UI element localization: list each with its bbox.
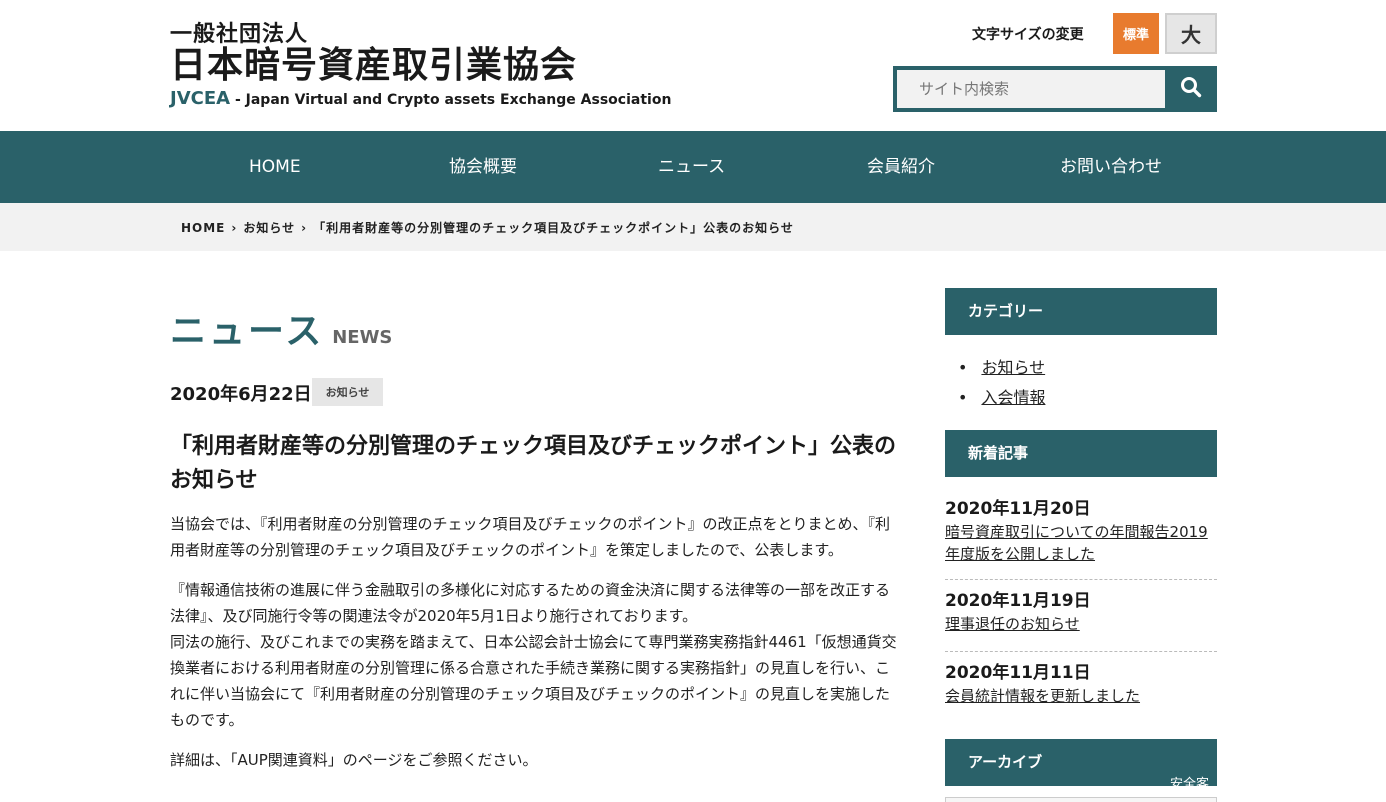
breadcrumb-category[interactable]: お知らせ <box>243 221 295 235</box>
site-logo[interactable]: 一般社団法人 日本暗号資産取引業協会 JVCEA - Japan Virtual… <box>170 22 671 109</box>
nav-item-contact[interactable]: お問い合わせ <box>1060 131 1162 203</box>
recent-post-date: 2020年11月20日 <box>945 499 1091 519</box>
site-search <box>893 66 1217 112</box>
post-date: 2020年6月22日 <box>170 384 312 405</box>
breadcrumb-separator: › <box>231 221 238 235</box>
sidebar-recent-heading: 新着記事 <box>945 430 1217 477</box>
archive-select[interactable] <box>945 797 1217 802</box>
page-title-en: NEWS <box>332 327 393 348</box>
list-item: お知らせ <box>958 353 1045 383</box>
breadcrumb-current: 「利用者財産等の分別管理のチェック項目及びチェックポイント」公表のお知らせ <box>313 221 794 235</box>
breadcrumb-home[interactable]: HOME <box>181 221 225 235</box>
recent-post: 2020年11月20日 暗号資産取引についての年間報告2019年度版を公開しまし… <box>945 497 1217 565</box>
recent-post: 2020年11月19日 理事退任のお知らせ <box>945 589 1217 635</box>
category-list: お知らせ 入会情報 <box>958 353 1045 413</box>
recent-post-link[interactable]: 会員統計情報を更新しました <box>945 685 1217 707</box>
page-title: ニュース NEWS <box>170 302 392 354</box>
sidebar-category-heading: カテゴリー <box>945 288 1217 335</box>
nav-item-home[interactable]: HOME <box>249 131 301 203</box>
search-button[interactable] <box>1165 66 1217 112</box>
logo-org-name: 日本暗号資産取引業協会 <box>170 45 578 86</box>
recent-post-date: 2020年11月11日 <box>945 663 1091 683</box>
logo-acronym: JVCEA <box>170 88 231 109</box>
nav-item-about[interactable]: 協会概要 <box>449 131 517 203</box>
search-icon <box>1180 76 1202 102</box>
divider <box>945 651 1217 652</box>
recent-post: 2020年11月11日 会員統計情報を更新しました <box>945 661 1217 707</box>
page-title-jp: ニュース <box>170 311 325 352</box>
site-header: 一般社団法人 日本暗号資産取引業協会 JVCEA - Japan Virtual… <box>0 0 1386 131</box>
post-paragraph: 『情報通信技術の進展に伴う金融取引の多様化に対応するための資金決済に関する法律等… <box>170 581 891 625</box>
recent-post-date: 2020年11月19日 <box>945 591 1091 611</box>
nav-item-members[interactable]: 会員紹介 <box>867 131 935 203</box>
font-size-standard-button[interactable]: 標準 <box>1113 13 1159 54</box>
security-label: 安全客 <box>1170 777 1210 792</box>
breadcrumb: HOME › お知らせ › 「利用者財産等の分別管理のチェック項目及びチェックポイント」… <box>0 203 1386 251</box>
global-nav: HOME 協会概要 ニュース 会員紹介 お問い合わせ <box>0 131 1386 203</box>
post-category-badge[interactable]: お知らせ <box>312 378 383 406</box>
font-size-label: 文字サイズの変更 <box>972 27 1084 43</box>
recent-post-link[interactable]: 理事退任のお知らせ <box>945 613 1217 635</box>
list-item: 入会情報 <box>958 383 1045 413</box>
post-body: 当協会では、『利用者財産の分別管理のチェック項目及びチェックのポイント』の改正点… <box>170 511 900 787</box>
logo-english-name: - Japan Virtual and Crypto assets Exchan… <box>230 92 672 108</box>
post-title: 「利用者財産等の分別管理のチェック項目及びチェックポイント」公表のお知らせ <box>170 434 897 493</box>
post-paragraph: 同法の施行、及びこれまでの実務を踏まえて、日本公認会計士協会にて専門業務実務指針… <box>170 633 897 729</box>
font-size-large-button[interactable]: 大 <box>1165 13 1217 54</box>
recent-post-link[interactable]: 暗号資産取引についての年間報告2019年度版を公開しました <box>945 521 1217 565</box>
divider <box>945 579 1217 580</box>
logo-english: JVCEA - Japan Virtual and Crypto assets … <box>170 88 671 109</box>
category-link-news[interactable]: お知らせ <box>981 358 1045 377</box>
breadcrumb-separator: › <box>301 221 308 235</box>
nav-item-news[interactable]: ニュース <box>658 131 725 203</box>
post-paragraph: 詳細は、「AUP関連資料」のページをご参照ください。 <box>170 751 538 769</box>
search-input[interactable] <box>897 70 1165 108</box>
post-paragraph: 当協会では、『利用者財産の分別管理のチェック項目及びチェックのポイント』の改正点… <box>170 515 891 559</box>
category-link-membership[interactable]: 入会情報 <box>981 388 1045 407</box>
